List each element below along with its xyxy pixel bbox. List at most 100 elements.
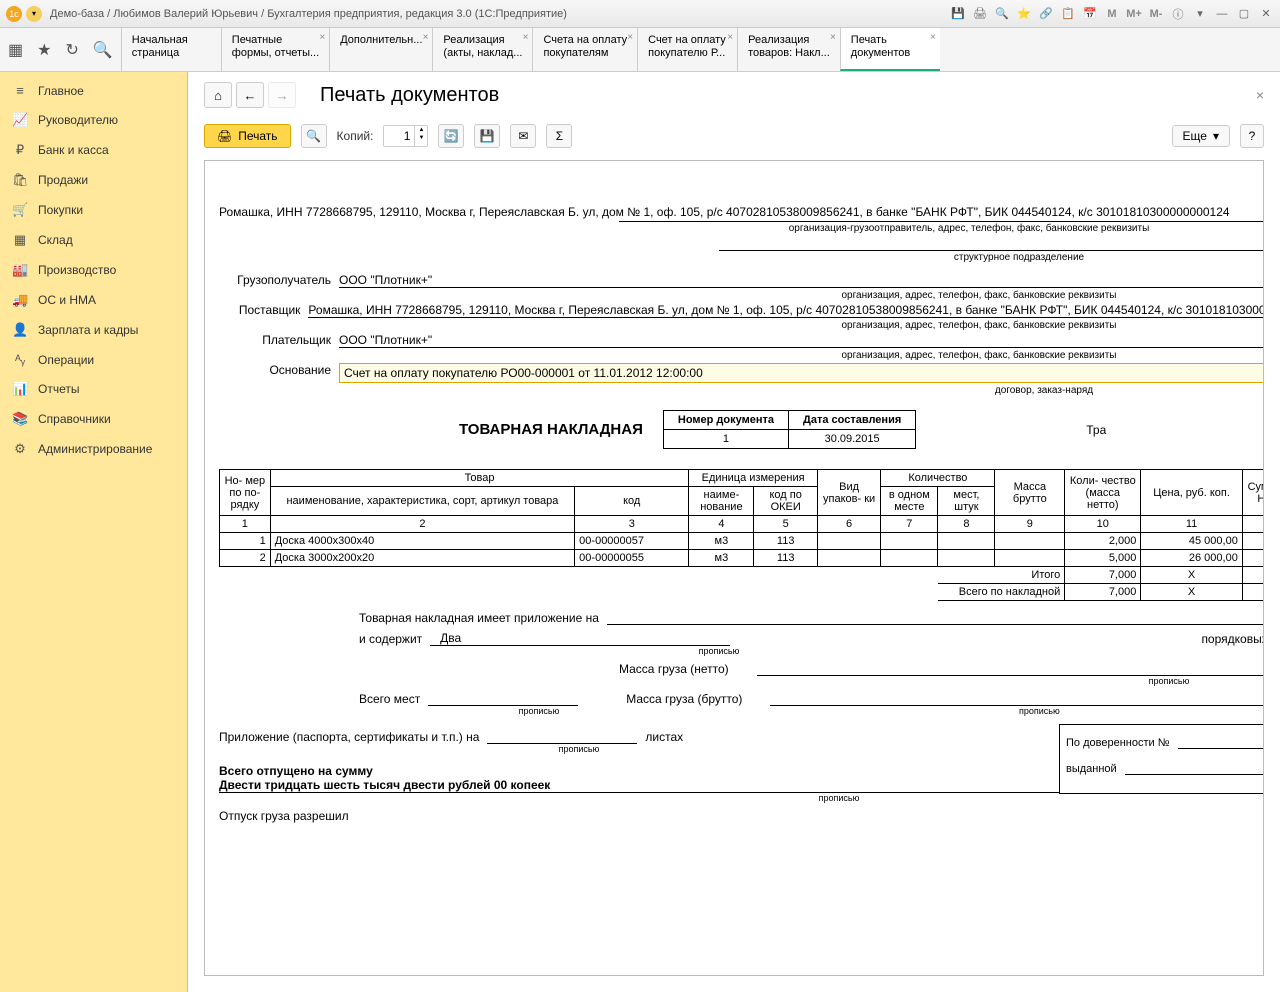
- gear-icon: ⚙: [12, 441, 28, 457]
- save-icon[interactable]: 💾: [950, 6, 966, 22]
- spinner-down-icon[interactable]: ▼: [415, 134, 427, 142]
- supplier-label: Поставщик: [219, 303, 308, 318]
- struct-sublabel: структурное подразделение: [719, 250, 1264, 263]
- total-label: Всего отпущено на сумму: [219, 764, 1059, 778]
- preview-icon[interactable]: 🔍: [994, 6, 1010, 22]
- sidebar-item-main[interactable]: ≡Главное: [0, 76, 187, 105]
- sidebar-item-label: Справочники: [38, 412, 111, 426]
- print-icon[interactable]: 🖨: [972, 6, 988, 22]
- refresh-button[interactable]: 🔄: [438, 124, 464, 148]
- sidebar-item-label: ОС и НМА: [38, 293, 96, 307]
- close-icon[interactable]: ✕: [1258, 6, 1274, 22]
- sidebar-item-label: Операции: [38, 353, 94, 367]
- sidebar-item-sales[interactable]: 🛍Продажи: [0, 165, 187, 195]
- truck-icon: 🚚: [12, 292, 28, 308]
- tab-close-icon[interactable]: ×: [627, 32, 633, 44]
- sidebar-item-fixed-assets[interactable]: 🚚 ОС и НМА: [0, 285, 187, 315]
- link-icon[interactable]: 🔗: [1038, 6, 1054, 22]
- m-plus-icon[interactable]: M+: [1126, 6, 1142, 22]
- tab-close-icon[interactable]: ×: [523, 32, 529, 44]
- page-close-icon[interactable]: ×: [1256, 87, 1264, 103]
- footer-area: Товарная накладная имеет приложение на и…: [219, 611, 1264, 823]
- copies-input[interactable]: [384, 126, 414, 146]
- proxy-box: По доверенности № выданной кем,: [1059, 724, 1264, 794]
- sidebar-item-production[interactable]: 🏭Производство: [0, 255, 187, 285]
- total-text: Двести тридцать шесть тысяч двести рубле…: [219, 778, 1059, 793]
- favorite-icon[interactable]: ⭐: [1016, 6, 1032, 22]
- sidebar-item-manager[interactable]: 📈Руководителю: [0, 105, 187, 135]
- spinner-up-icon[interactable]: ▲: [415, 126, 427, 134]
- calc-icon[interactable]: 📋: [1060, 6, 1076, 22]
- app-dropdown-icon[interactable]: ▾: [26, 6, 42, 22]
- grid-icon: ▦: [12, 232, 28, 248]
- quickbar: ▦ ★ ↻ 🔍 Начальнаястраница ×Печатныеформы…: [0, 28, 1280, 72]
- supplier-value: Ромашка, ИНН 7728668795, 129110, Москва …: [308, 303, 1264, 318]
- tab-realization-goods[interactable]: ×Реализациятоваров: Накл...: [737, 28, 840, 71]
- sidebar-item-warehouse[interactable]: ▦ Склад: [0, 225, 187, 255]
- doc-number: 1: [663, 430, 788, 449]
- table-row: 1 Доска 4000х300х40 00-00000057 м3 113 2…: [220, 533, 1265, 550]
- sidebar-item-label: Продажи: [38, 173, 88, 187]
- tab-start-page[interactable]: Начальнаястраница: [121, 28, 221, 71]
- supplier-sublabel: организация, адрес, телефон, факс, банко…: [639, 320, 1264, 331]
- search-icon[interactable]: 🔍: [93, 40, 113, 60]
- sidebar-item-bank[interactable]: ₽Банк и касса: [0, 135, 187, 165]
- goods-table: Но- мер по по- рядку Товар Единица измер…: [219, 469, 1264, 601]
- dropdown-icon[interactable]: ▾: [1192, 6, 1208, 22]
- sidebar-item-label: Склад: [38, 233, 73, 247]
- copies-spinner[interactable]: ▲▼: [383, 125, 428, 147]
- home-button[interactable]: ⌂: [204, 82, 232, 108]
- tab-close-icon[interactable]: ×: [319, 32, 325, 44]
- sidebar-item-operations[interactable]: ᴬᵧОперации: [0, 345, 187, 374]
- more-button[interactable]: Еще▾: [1172, 125, 1230, 147]
- sidebar-item-references[interactable]: 📚Справочники: [0, 404, 187, 434]
- print-button[interactable]: 🖨 Печать: [204, 124, 291, 148]
- sidebar-item-reports[interactable]: 📊Отчеты: [0, 374, 187, 404]
- document-title: ТОВАРНАЯ НАКЛАДНАЯ: [459, 421, 643, 438]
- back-button[interactable]: ←: [236, 82, 264, 108]
- sender-org-sublabel: организация-грузоотправитель, адрес, тел…: [619, 221, 1264, 234]
- sum-button[interactable]: Σ: [546, 124, 572, 148]
- sidebar-item-hr[interactable]: 👤Зарплата и кадры: [0, 315, 187, 345]
- help-button[interactable]: ?: [1240, 124, 1264, 148]
- info-icon[interactable]: ⓘ: [1170, 6, 1186, 22]
- chevron-down-icon: ▾: [1213, 129, 1219, 143]
- history-icon[interactable]: ↻: [65, 40, 78, 60]
- window-title: Демо-база / Любимов Валерий Юрьевич / Бу…: [50, 8, 567, 20]
- tab-print-documents[interactable]: ×Печатьдокументов: [840, 28, 940, 71]
- minimize-icon[interactable]: —: [1214, 6, 1230, 22]
- apps-icon[interactable]: ▦: [8, 40, 23, 60]
- basis-value[interactable]: Счет на оплату покупателю РО00-000001 от…: [339, 363, 1264, 383]
- tab-invoices-to-buyers[interactable]: ×Счета на оплатупокупателям: [532, 28, 637, 71]
- tab-close-icon[interactable]: ×: [930, 32, 936, 44]
- m-minus-icon[interactable]: M-: [1148, 6, 1164, 22]
- tab-invoice-to-buyer[interactable]: ×Счет на оплатупокупателю Р...: [637, 28, 737, 71]
- document-area[interactable]: Ут Ромашка, ИНН 7728668795, 129110, Моск…: [204, 160, 1264, 976]
- sidebar-item-purchases[interactable]: 🛒 Покупки: [0, 195, 187, 225]
- preview-button[interactable]: 🔍: [301, 124, 327, 148]
- forward-button[interactable]: →: [268, 82, 296, 108]
- tab-close-icon[interactable]: ×: [727, 32, 733, 44]
- sidebar-item-label: Покупки: [38, 203, 83, 217]
- tab-additional[interactable]: ×Дополнительн...: [329, 28, 432, 71]
- payer-sublabel: организация, адрес, телефон, факс, банко…: [639, 350, 1264, 361]
- star-icon[interactable]: ★: [37, 40, 51, 60]
- cart-icon: 🛒: [12, 202, 28, 218]
- factory-icon: 🏭: [12, 262, 28, 278]
- email-button[interactable]: ✉: [510, 124, 536, 148]
- tab-realization-acts[interactable]: ×Реализация(акты, наклад...: [432, 28, 532, 71]
- calendar-icon[interactable]: 📅: [1082, 6, 1098, 22]
- m-icon[interactable]: M: [1104, 6, 1120, 22]
- tab-close-icon[interactable]: ×: [423, 32, 429, 44]
- tab-print-forms[interactable]: ×Печатныеформы, отчеты...: [221, 28, 329, 71]
- maximize-icon[interactable]: ▢: [1236, 6, 1252, 22]
- payer-label: Плательщик: [219, 333, 339, 348]
- consignee-label: Грузополучатель: [219, 273, 339, 288]
- tab-close-icon[interactable]: ×: [830, 32, 836, 44]
- sidebar-item-label: Зарплата и кадры: [38, 323, 138, 337]
- sidebar-item-admin[interactable]: ⚙Администрирование: [0, 434, 187, 464]
- sidebar-item-label: Банк и касса: [38, 143, 109, 157]
- sidebar-item-label: Руководителю: [38, 113, 118, 127]
- docnum-table: Номер документаДата составления 130.09.2…: [663, 410, 916, 449]
- save-button[interactable]: 💾: [474, 124, 500, 148]
